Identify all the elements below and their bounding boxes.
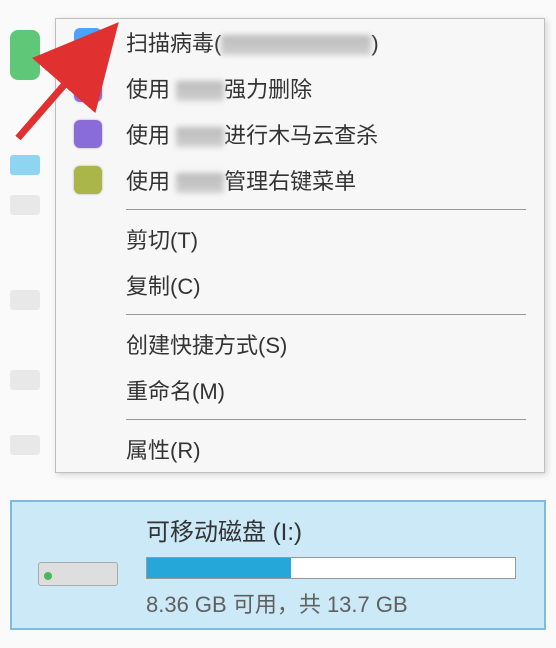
- menu-item-force-delete[interactable]: 使用 强力删除: [56, 65, 544, 111]
- bg-drive-stub: [10, 370, 40, 390]
- shield-icon: [74, 28, 102, 56]
- menu-item-label: 剪切(T): [126, 223, 198, 255]
- menu-item-label: 重命名(M): [126, 374, 225, 406]
- menu-item-trojan-scan[interactable]: 使用 进行木马云查杀: [56, 111, 544, 157]
- menu-item-properties[interactable]: 属性(R): [56, 426, 544, 472]
- bg-drive-stub: [10, 30, 40, 80]
- menu-item-rename[interactable]: 重命名(M): [56, 367, 544, 413]
- menu-separator: [126, 419, 526, 420]
- app-icon: [74, 166, 102, 194]
- removable-disk-icon: [38, 540, 118, 590]
- menu-item-label: 使用 强力删除: [126, 72, 312, 104]
- menu-item-manage-context-menu[interactable]: 使用 管理右键菜单: [56, 157, 544, 203]
- bg-drive-stub: [10, 290, 40, 310]
- menu-separator: [126, 209, 526, 210]
- drive-usage-fill: [147, 558, 291, 578]
- drive-title: 可移动磁盘 (I:): [146, 512, 528, 547]
- drive-stats: 8.36 GB 可用，共 13.7 GB: [146, 587, 528, 619]
- menu-item-label: 使用 管理右键菜单: [126, 164, 356, 196]
- menu-item-label: 属性(R): [126, 433, 201, 465]
- context-menu: 扫描病毒() 使用 强力删除 使用 进行木马云查杀 使用 管理右键菜单 剪切(T…: [55, 18, 545, 473]
- bg-drive-stub: [10, 155, 40, 175]
- app-icon: [74, 74, 102, 102]
- menu-item-scan-virus[interactable]: 扫描病毒(): [56, 19, 544, 65]
- menu-item-label: 扫描病毒(): [126, 26, 379, 58]
- drive-info: 可移动磁盘 (I:) 8.36 GB 可用，共 13.7 GB: [146, 512, 528, 619]
- app-icon: [74, 120, 102, 148]
- menu-item-cut[interactable]: 剪切(T): [56, 216, 544, 262]
- drive-usage-bar: [146, 557, 516, 579]
- bg-drive-stub: [10, 195, 40, 215]
- menu-item-label: 创建快捷方式(S): [126, 328, 287, 360]
- menu-item-label: 使用 进行木马云查杀: [126, 118, 378, 150]
- menu-separator: [126, 314, 526, 315]
- menu-item-create-shortcut[interactable]: 创建快捷方式(S): [56, 321, 544, 367]
- menu-item-label: 复制(C): [126, 269, 201, 301]
- bg-drive-stub: [10, 435, 40, 455]
- menu-item-copy[interactable]: 复制(C): [56, 262, 544, 308]
- drive-item-removable-disk[interactable]: 可移动磁盘 (I:) 8.36 GB 可用，共 13.7 GB: [10, 500, 546, 630]
